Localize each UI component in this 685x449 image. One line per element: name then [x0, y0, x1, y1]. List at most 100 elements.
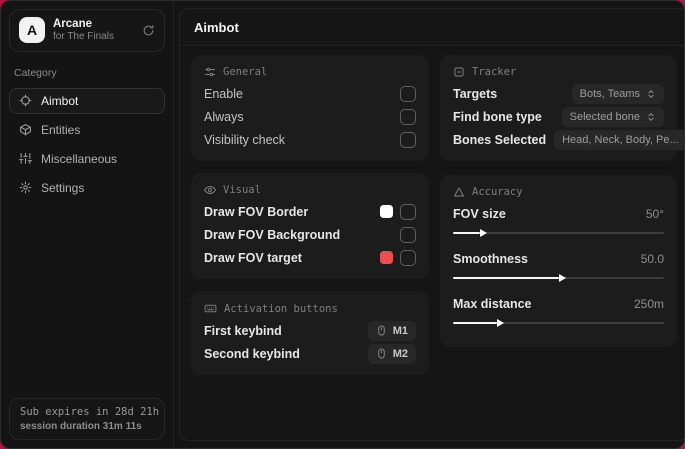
- sidebar-item-label: Miscellaneous: [41, 151, 118, 166]
- general-card-header: General: [204, 66, 416, 78]
- slider-thumb[interactable]: [497, 319, 505, 327]
- subscription-card: Sub expires in 28d 21h session duration …: [9, 398, 165, 440]
- setting-label: First keybind: [204, 323, 282, 338]
- draw-fov-target-checkbox[interactable]: [400, 249, 416, 266]
- setting-label: Draw FOV Border: [204, 204, 309, 219]
- sidebar-item-label: Settings: [41, 180, 85, 195]
- always-checkbox[interactable]: [400, 108, 416, 125]
- sidebar-item-aimbot[interactable]: Aimbot: [9, 87, 165, 114]
- visibility-check-checkbox[interactable]: [400, 131, 416, 148]
- accuracy-card-header: Accuracy: [453, 186, 664, 198]
- sidebar-item-settings[interactable]: Settings: [9, 175, 165, 201]
- targets-select[interactable]: Bots, Teams: [571, 83, 664, 104]
- setting-row-draw-fov-background: Draw FOV Background: [204, 223, 416, 246]
- brand-subtitle: for The Finals: [53, 31, 114, 43]
- fov-target-color-swatch[interactable]: [380, 251, 393, 264]
- crosshair-icon: [19, 94, 32, 107]
- left-column: General Enable Always Visibility check V…: [191, 55, 429, 375]
- activation-card-header: Activation buttons: [204, 302, 416, 315]
- smoothness-value: 50.0: [640, 251, 664, 266]
- brand-card: A Arcane for The Finals: [9, 9, 165, 52]
- sidebar-nav: Aimbot Entities Miscellaneous Settings: [9, 87, 165, 201]
- setting-label: Always: [204, 109, 244, 124]
- smoothness-slider[interactable]: [453, 274, 664, 282]
- setting-label: Max distance: [453, 296, 532, 311]
- card-title-text: Activation buttons: [224, 302, 338, 315]
- card-title-text: General: [223, 66, 268, 78]
- setting-row-enable: Enable: [204, 82, 416, 105]
- gear-icon: [19, 181, 32, 194]
- slider-fill: [453, 319, 505, 327]
- sidebar-item-label: Entities: [41, 122, 81, 137]
- setting-row-fov-size: FOV size 50°: [453, 202, 664, 237]
- draw-fov-border-checkbox[interactable]: [400, 203, 416, 220]
- visual-card: Visual Draw FOV Border Draw FOV Backgrou…: [191, 173, 429, 279]
- chevrons-up-down-icon: [646, 89, 656, 99]
- sidebar-item-miscellaneous[interactable]: Miscellaneous: [9, 146, 165, 172]
- brand-text: Arcane for The Finals: [53, 17, 134, 44]
- main-area: Aimbot General Enable Always Visibility …: [174, 1, 684, 448]
- tracker-card: Tracker Targets Bots, Teams Find bone ty…: [440, 55, 684, 161]
- keyboard-icon: [204, 302, 217, 315]
- setting-row-smoothness: Smoothness 50.0: [453, 247, 664, 282]
- visual-card-header: Visual: [204, 184, 416, 196]
- first-keybind-button[interactable]: M1: [367, 320, 416, 341]
- enable-checkbox[interactable]: [400, 85, 416, 102]
- tracker-card-header: Tracker: [453, 66, 664, 78]
- setting-label: Bones Selected: [453, 132, 547, 147]
- sidebar-item-label: Aimbot: [41, 93, 79, 108]
- chevrons-up-down-icon: [646, 112, 656, 122]
- select-value: Selected bone: [569, 110, 640, 123]
- fov-border-color-swatch[interactable]: [380, 205, 393, 218]
- slider-thumb[interactable]: [558, 274, 566, 282]
- main-panel: Aimbot General Enable Always Visibility …: [179, 8, 684, 441]
- card-title-text: Visual: [223, 184, 261, 196]
- mouse-icon: [376, 325, 387, 336]
- keybind-value: M2: [392, 347, 408, 360]
- triangle-icon: [453, 186, 465, 198]
- setting-label: Targets: [453, 86, 498, 101]
- setting-row-find-bone-type: Find bone type Selected bone: [453, 105, 664, 128]
- sliders-horizontal-icon: [204, 66, 216, 78]
- setting-label: Smoothness: [453, 251, 529, 266]
- draw-fov-background-checkbox[interactable]: [400, 226, 416, 243]
- setting-row-always: Always: [204, 105, 416, 128]
- setting-label: Enable: [204, 86, 243, 101]
- sub-expiry-text: Sub expires in 28d 21h: [20, 406, 160, 418]
- slider-thumb[interactable]: [480, 229, 488, 237]
- fov-size-slider[interactable]: [453, 229, 664, 237]
- find-bone-type-select[interactable]: Selected bone: [561, 106, 664, 127]
- bones-selected-select[interactable]: Head, Neck, Body, Pe...: [554, 129, 684, 150]
- setting-label: Find bone type: [453, 109, 542, 124]
- activation-card: Activation buttons First keybind M1 Seco…: [191, 291, 429, 375]
- select-value: Bots, Teams: [579, 87, 640, 100]
- session-duration-text: session duration 31m 11s: [20, 421, 142, 432]
- card-title-text: Tracker: [472, 66, 517, 78]
- page-title: Aimbot: [180, 9, 684, 46]
- sliders-icon: [19, 152, 32, 165]
- setting-label: FOV size: [453, 206, 506, 221]
- setting-label: Second keybind: [204, 346, 300, 361]
- setting-row-first-keybind: First keybind M1: [204, 319, 416, 342]
- second-keybind-button[interactable]: M2: [367, 343, 416, 364]
- app-window: A Arcane for The Finals Category Aimbot …: [0, 0, 685, 449]
- setting-row-draw-fov-border: Draw FOV Border: [204, 200, 416, 223]
- keybind-value: M1: [392, 324, 408, 337]
- max-distance-slider[interactable]: [453, 319, 664, 327]
- refresh-icon[interactable]: [142, 24, 155, 37]
- setting-row-visibility-check: Visibility check: [204, 128, 416, 151]
- sidebar-item-entities[interactable]: Entities: [9, 117, 165, 143]
- setting-label: Draw FOV Background: [204, 227, 341, 242]
- slider-fill: [453, 274, 566, 282]
- brand-logo: A: [19, 17, 45, 44]
- category-label: Category: [14, 66, 57, 79]
- setting-row-bones-selected: Bones Selected Head, Neck, Body, Pe...: [453, 128, 684, 151]
- setting-label: Visibility check: [204, 132, 286, 147]
- card-title-text: Accuracy: [472, 186, 523, 198]
- mouse-icon: [376, 348, 387, 359]
- content: General Enable Always Visibility check V…: [180, 46, 684, 384]
- brand-name: Arcane: [53, 18, 92, 30]
- setting-row-draw-fov-target: Draw FOV target: [204, 246, 416, 269]
- setting-row-max-distance: Max distance 250m: [453, 292, 664, 327]
- setting-label: Draw FOV target: [204, 250, 302, 265]
